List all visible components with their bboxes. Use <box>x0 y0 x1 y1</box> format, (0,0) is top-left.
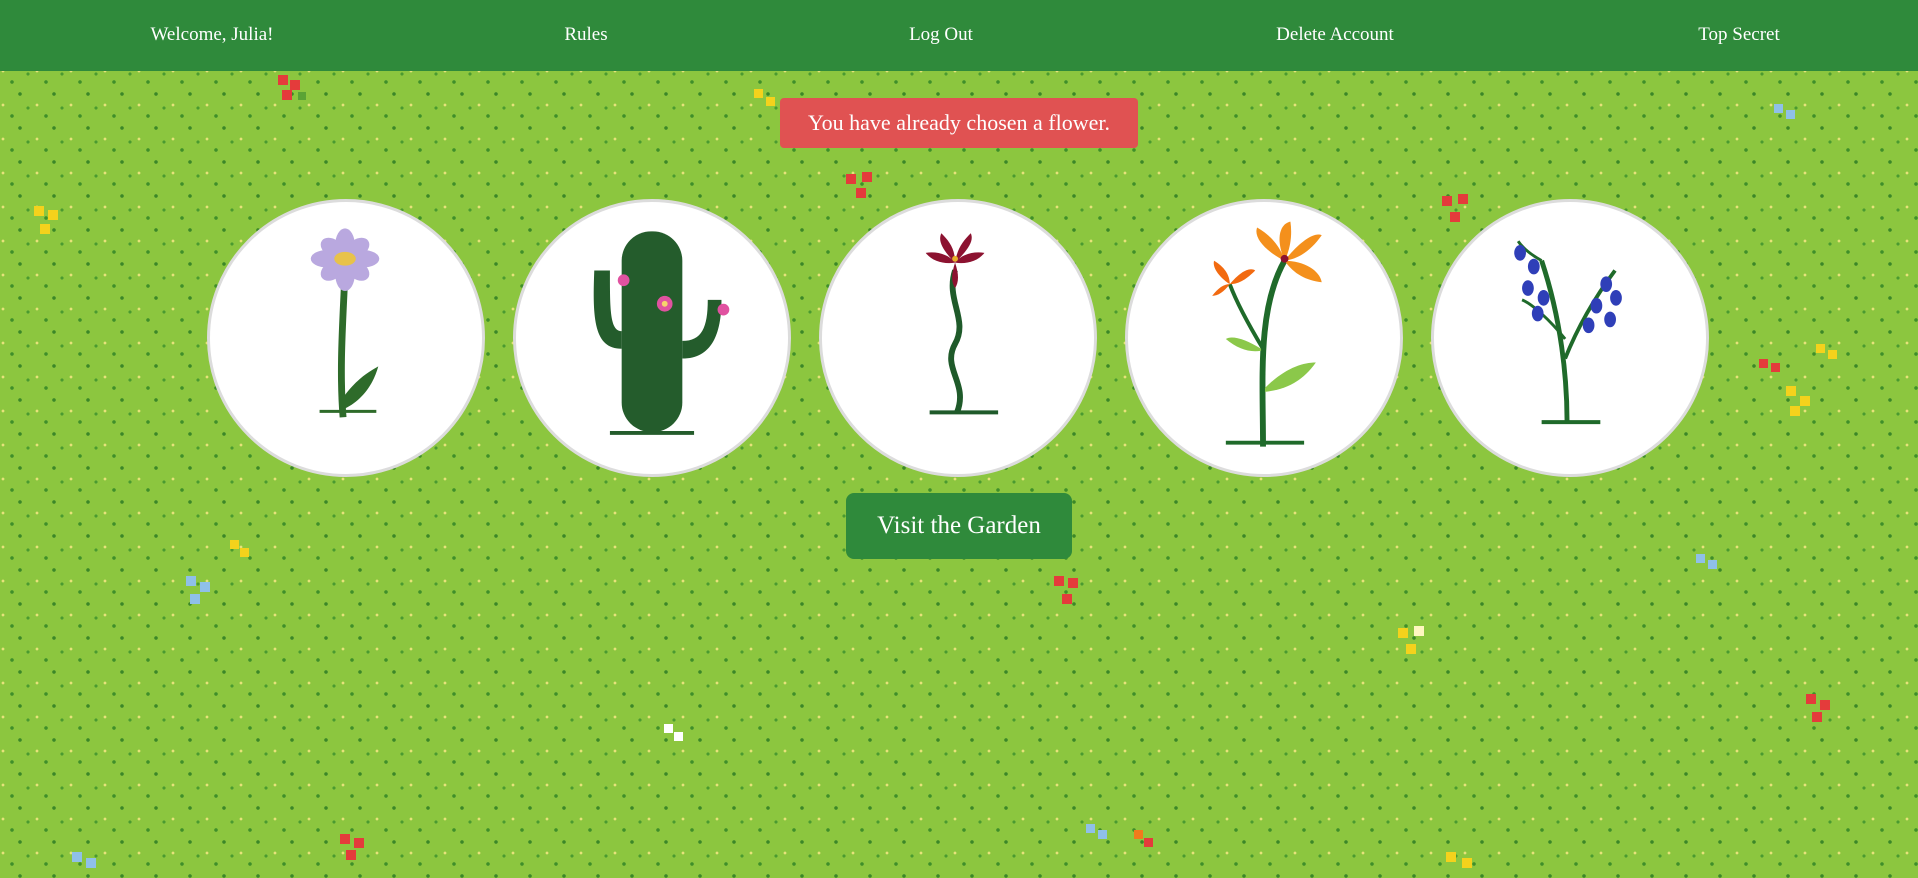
flower-option-bluebell[interactable] <box>1431 199 1709 477</box>
grass-flower-cluster-icon <box>1816 344 1837 359</box>
grass-flower-cluster-icon <box>1134 830 1153 847</box>
grass-flower-cluster-icon <box>846 172 872 198</box>
grass-flower-cluster-icon <box>1759 359 1780 372</box>
flower-option-lily[interactable] <box>819 199 1097 477</box>
visit-garden-button[interactable]: Visit the Garden <box>846 493 1072 559</box>
grass-flower-cluster-icon <box>1786 386 1810 416</box>
grass-flower-cluster-icon <box>1398 626 1424 654</box>
tiger-lily-icon <box>1212 221 1322 447</box>
already-chosen-alert: You have already chosen a flower. <box>780 98 1138 148</box>
grass-flower-cluster-icon <box>72 852 96 868</box>
grass-flower-cluster-icon <box>1054 576 1078 604</box>
flower-option-daisy[interactable] <box>207 199 485 477</box>
top-navbar: Welcome, Julia! Rules Log Out Delete Acc… <box>0 0 1918 71</box>
grass-flower-cluster-icon <box>340 834 364 860</box>
grass-flower-cluster-icon <box>1086 824 1107 839</box>
nav-delete-account-link[interactable]: Delete Account <box>1276 24 1394 46</box>
nav-welcome: Welcome, Julia! <box>150 24 274 45</box>
grass-flower-cluster-icon <box>186 576 210 604</box>
bluebell-icon <box>1514 240 1622 425</box>
cactus-icon <box>593 231 730 435</box>
nav-rules-link[interactable]: Rules <box>564 24 607 46</box>
grass-flower-cluster-icon <box>1774 104 1795 119</box>
grass-flower-cluster-icon <box>278 75 306 100</box>
grass-flower-cluster-icon <box>230 540 249 557</box>
flower-option-tiger-lily[interactable] <box>1125 199 1403 477</box>
flower-option-cactus[interactable] <box>513 199 791 477</box>
daisy-icon <box>310 228 380 418</box>
lily-icon <box>925 233 999 415</box>
grass-flower-cluster-icon <box>1806 694 1830 722</box>
grass-flower-cluster-icon <box>1696 554 1717 569</box>
nav-logout-link[interactable]: Log Out <box>909 24 973 46</box>
grass-flower-cluster-icon <box>664 724 683 741</box>
grass-flower-cluster-icon <box>34 206 58 234</box>
nav-top-secret-link[interactable]: Top Secret <box>1698 24 1780 46</box>
grass-flower-cluster-icon <box>1446 852 1472 868</box>
